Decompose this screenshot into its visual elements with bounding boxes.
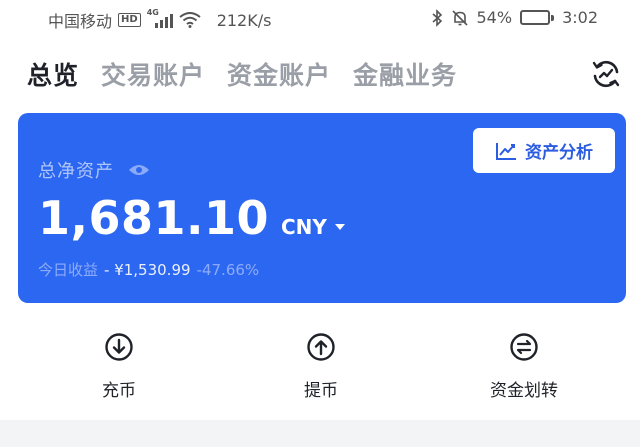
caret-down-icon — [334, 224, 345, 230]
battery-icon — [520, 10, 555, 25]
download-icon — [105, 333, 133, 361]
deposit-label: 充币 — [102, 381, 136, 401]
net-assets-value: 1,681.10 — [38, 191, 269, 245]
status-bar: 中国移动 HD 4G 212K/s 54% 3:02 — [0, 0, 640, 38]
transfer-button[interactable]: 资金划转 — [464, 332, 584, 401]
tab-funding-account[interactable]: 资金账户 — [227, 56, 331, 92]
wifi-icon — [179, 12, 201, 28]
tab-overview[interactable]: 总览 — [27, 56, 79, 92]
net-assets-label: 总净资产 — [38, 161, 114, 182]
account-tabs: 总览 交易账户 资金账户 金融业务 — [27, 56, 457, 92]
upload-icon — [307, 333, 335, 361]
tab-trading-account[interactable]: 交易账户 — [101, 56, 205, 92]
net-assets-label-row: 总净资产 — [38, 157, 150, 183]
transfer-icon — [510, 333, 538, 361]
today-profit-percent: -47.66% — [196, 261, 260, 279]
section-divider — [0, 420, 640, 447]
today-profit-row: 今日收益 - ¥1,530.99 -47.66% — [38, 259, 259, 280]
withdraw-button[interactable]: 提币 — [261, 332, 381, 401]
transfer-label: 资金划转 — [490, 381, 558, 401]
deposit-button[interactable]: 充币 — [59, 332, 179, 401]
network-speed: 212K/s — [216, 10, 272, 30]
mute-bell-icon — [451, 9, 468, 26]
net-assets-amount-row: 1,681.10 CNY — [38, 191, 345, 245]
status-bar-left: 中国移动 HD 4G 212K/s — [48, 8, 271, 32]
net-assets-card: 总净资产 1,681.10 CNY 今日收益 - ¥1,530.99 -47.6… — [18, 113, 626, 303]
currency-code: CNY — [281, 215, 327, 239]
trend-chart-icon — [496, 142, 516, 160]
carrier-name: 中国移动 — [48, 12, 113, 31]
asset-analysis-button[interactable]: 资产分析 — [473, 128, 615, 173]
currency-selector[interactable]: CNY — [281, 215, 345, 239]
eye-icon[interactable] — [128, 163, 150, 177]
status-bar-right: 54% 3:02 — [431, 8, 598, 27]
withdraw-label: 提币 — [304, 381, 338, 401]
refresh-icon[interactable] — [590, 58, 622, 90]
bluetooth-icon — [431, 8, 442, 27]
clock-time: 3:02 — [562, 8, 598, 27]
hd-icon: HD — [118, 13, 141, 27]
today-profit-label: 今日收益 — [38, 261, 99, 279]
tab-financial-services[interactable]: 金融业务 — [353, 56, 457, 92]
today-profit-amount: - ¥1,530.99 — [104, 261, 191, 279]
signal-icon: 4G — [147, 8, 173, 28]
battery-percent: 54% — [476, 8, 513, 27]
asset-analysis-label: 资产分析 — [525, 143, 593, 163]
